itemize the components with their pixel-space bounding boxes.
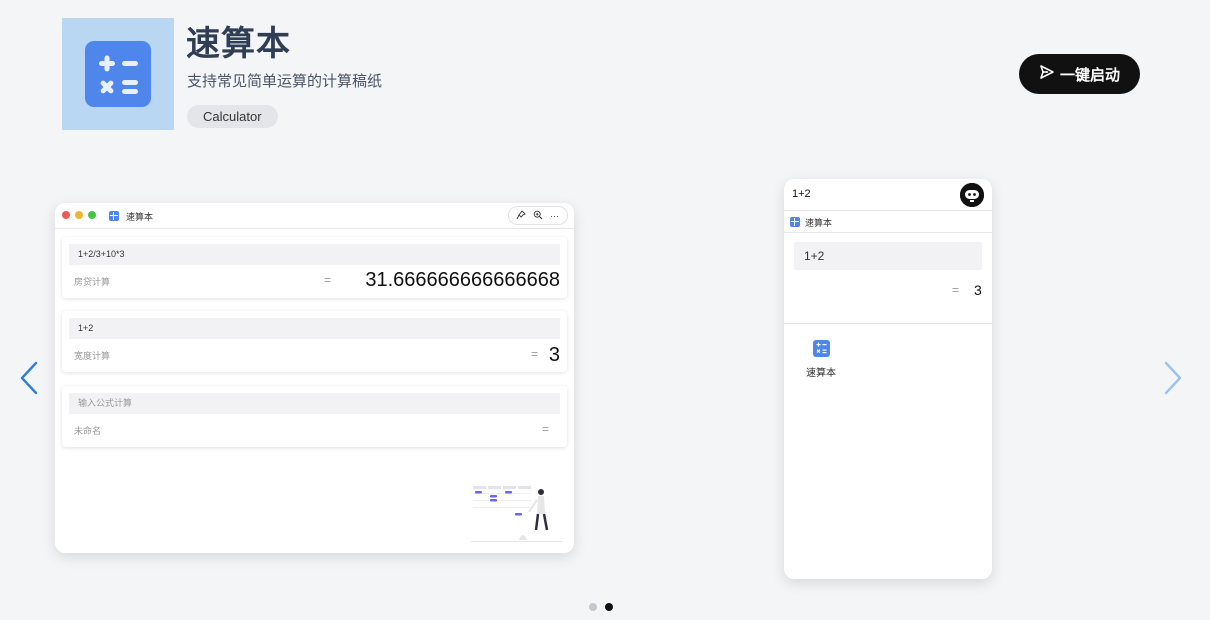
expression-input[interactable]: 1+2 (794, 242, 982, 270)
calc-result: 31.666666666666668 (365, 269, 560, 291)
equals-sign: = (531, 347, 539, 361)
calc-card: 1+2 宽度计算 = 3 (62, 311, 567, 372)
pin-icon[interactable] (515, 209, 527, 222)
expression-input[interactable]: 输入公式计算 (69, 393, 560, 414)
expression-input[interactable]: 1+2 (69, 318, 560, 339)
equals-sign: = (542, 422, 550, 436)
launch-label: 一键启动 (1059, 66, 1120, 84)
calculator-icon (85, 41, 151, 107)
category-tag[interactable]: Calculator (187, 105, 278, 128)
calc-result: 3 (974, 282, 982, 298)
divider (784, 323, 992, 324)
robot-icon[interactable] (960, 183, 984, 207)
calc-name[interactable]: 宽度计算 (74, 349, 110, 362)
window-title: 速算本 (126, 212, 154, 222)
app-mini-icon (109, 211, 119, 221)
mobile-app-label[interactable]: 速算本 (806, 364, 836, 379)
send-icon (1039, 64, 1055, 84)
window-titlebar: 速算本 ··· (55, 203, 574, 229)
app-mini-icon (790, 217, 800, 227)
window-toolbar: ··· (508, 206, 568, 225)
app-icon (62, 18, 174, 130)
calc-name[interactable]: 房贷计算 (74, 275, 110, 288)
desktop-preview: 速算本 ··· 1+2/3+10*3 房贷计算 = 31.66666666666… (55, 203, 574, 553)
calc-card: 1+2/3+10*3 房贷计算 = 31.666666666666668 (62, 237, 567, 298)
chevron-left-icon[interactable] (14, 358, 44, 398)
mobile-top-expression: 1+2 (792, 188, 811, 200)
maximize-dot[interactable] (88, 211, 96, 219)
calc-card: 输入公式计算 未命名 = (62, 386, 567, 447)
calculator-icon[interactable] (813, 340, 830, 357)
empty-state-illustration (471, 486, 563, 546)
calc-name[interactable]: 未命名 (74, 424, 101, 437)
mobile-preview: 1+2 速算本 1+2 = 3 速算本 (784, 179, 992, 579)
carousel-dot-1[interactable] (589, 603, 597, 611)
equals-sign: = (324, 273, 332, 287)
chevron-right-icon[interactable] (1158, 358, 1188, 398)
mobile-topbar: 1+2 (784, 179, 992, 211)
close-dot[interactable] (62, 211, 70, 219)
calc-result: 3 (548, 344, 560, 366)
more-icon[interactable]: ··· (549, 210, 561, 222)
mobile-app-title: 速算本 (805, 218, 833, 228)
equals-sign: = (952, 283, 960, 297)
minimize-dot[interactable] (75, 211, 83, 219)
expression-input[interactable]: 1+2/3+10*3 (69, 244, 560, 265)
app-title: 速算本 (186, 25, 291, 63)
carousel-dot-2[interactable] (605, 603, 613, 611)
zoom-icon[interactable] (532, 210, 544, 222)
app-subtitle: 支持常见简单运算的计算稿纸 (187, 73, 383, 90)
mobile-subbar: 速算本 (784, 211, 992, 233)
launch-button[interactable]: 一键启动 (1019, 54, 1140, 94)
